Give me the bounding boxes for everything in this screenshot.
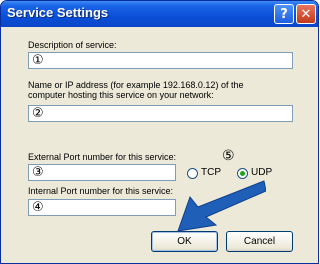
description-field[interactable]: ① <box>28 52 293 69</box>
internal-port-label: Internal Port number for this service: <box>28 186 174 196</box>
cancel-button[interactable]: Cancel <box>226 231 293 252</box>
service-settings-dialog: Service Settings ? ✕ Description of serv… <box>0 0 319 264</box>
internal-port-field[interactable]: ④ <box>28 199 176 216</box>
radio-selected-dot <box>240 171 245 176</box>
address-label-line2: computer hosting this service on your ne… <box>28 90 214 100</box>
title-bar[interactable]: Service Settings ? ✕ <box>1 1 318 27</box>
help-button[interactable]: ? <box>274 4 294 24</box>
close-button[interactable]: ✕ <box>296 4 316 24</box>
external-port-label: External Port number for this service: <box>28 152 177 162</box>
external-port-field[interactable]: ③ <box>28 164 176 181</box>
protocol-callout: ⑤ <box>222 148 235 164</box>
arrow-shape <box>177 180 266 232</box>
ok-button[interactable]: OK <box>151 231 218 252</box>
address-field[interactable]: ② <box>28 105 293 122</box>
address-label-line1: Name or IP address (for example 192.168.… <box>28 80 244 90</box>
pointer-arrow-icon <box>177 180 266 232</box>
dialog-title: Service Settings <box>7 5 109 20</box>
close-icon: ✕ <box>300 6 312 22</box>
help-icon: ? <box>280 6 288 22</box>
description-label: Description of service: <box>28 40 117 50</box>
